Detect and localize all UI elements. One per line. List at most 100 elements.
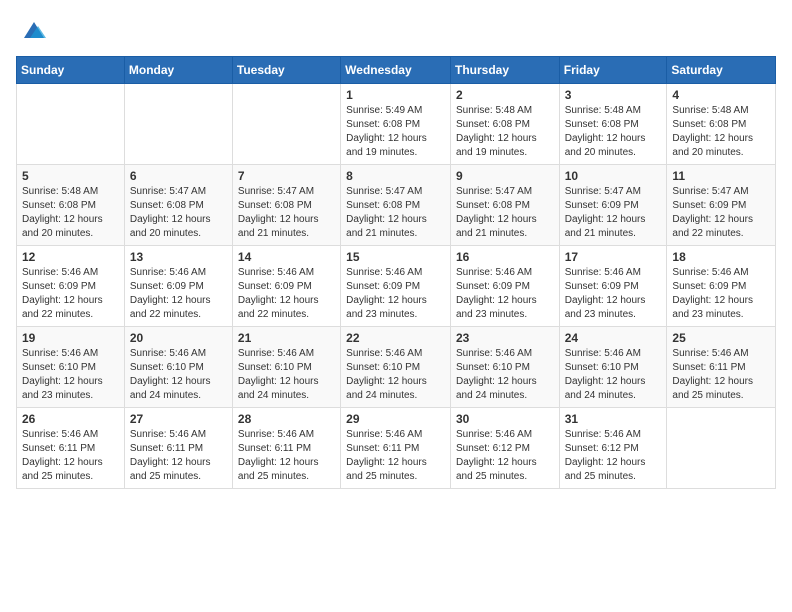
calendar-day-2: 2 Sunrise: 5:48 AM Sunset: 6:08 PM Daylig… bbox=[450, 84, 559, 165]
day-number: 31 bbox=[565, 412, 662, 426]
calendar-header-row: SundayMondayTuesdayWednesdayThursdayFrid… bbox=[17, 57, 776, 84]
calendar-day-10: 10 Sunrise: 5:47 AM Sunset: 6:09 PM Dayli… bbox=[559, 165, 667, 246]
day-info: Sunrise: 5:47 AM Sunset: 6:08 PM Dayligh… bbox=[130, 185, 227, 241]
day-number: 8 bbox=[346, 169, 445, 183]
calendar-empty-cell bbox=[232, 84, 340, 165]
day-number: 24 bbox=[565, 331, 662, 345]
calendar-header-saturday: Saturday bbox=[667, 57, 776, 84]
calendar-table: SundayMondayTuesdayWednesdayThursdayFrid… bbox=[16, 56, 776, 489]
day-number: 19 bbox=[22, 331, 119, 345]
day-number: 30 bbox=[456, 412, 554, 426]
calendar-day-3: 3 Sunrise: 5:48 AM Sunset: 6:08 PM Daylig… bbox=[559, 84, 667, 165]
day-number: 18 bbox=[672, 250, 770, 264]
day-info: Sunrise: 5:46 AM Sunset: 6:10 PM Dayligh… bbox=[456, 347, 554, 403]
day-info: Sunrise: 5:48 AM Sunset: 6:08 PM Dayligh… bbox=[565, 104, 662, 160]
day-number: 14 bbox=[238, 250, 335, 264]
day-info: Sunrise: 5:48 AM Sunset: 6:08 PM Dayligh… bbox=[22, 185, 119, 241]
day-number: 21 bbox=[238, 331, 335, 345]
day-number: 22 bbox=[346, 331, 445, 345]
calendar-day-31: 31 Sunrise: 5:46 AM Sunset: 6:12 PM Dayli… bbox=[559, 408, 667, 489]
calendar-day-5: 5 Sunrise: 5:48 AM Sunset: 6:08 PM Daylig… bbox=[17, 165, 125, 246]
day-info: Sunrise: 5:46 AM Sunset: 6:09 PM Dayligh… bbox=[130, 266, 227, 322]
day-info: Sunrise: 5:48 AM Sunset: 6:08 PM Dayligh… bbox=[456, 104, 554, 160]
calendar-day-24: 24 Sunrise: 5:46 AM Sunset: 6:10 PM Dayli… bbox=[559, 327, 667, 408]
calendar-day-18: 18 Sunrise: 5:46 AM Sunset: 6:09 PM Dayli… bbox=[667, 246, 776, 327]
day-info: Sunrise: 5:46 AM Sunset: 6:09 PM Dayligh… bbox=[456, 266, 554, 322]
calendar-day-25: 25 Sunrise: 5:46 AM Sunset: 6:11 PM Dayli… bbox=[667, 327, 776, 408]
day-number: 25 bbox=[672, 331, 770, 345]
calendar-day-19: 19 Sunrise: 5:46 AM Sunset: 6:10 PM Dayli… bbox=[17, 327, 125, 408]
day-number: 28 bbox=[238, 412, 335, 426]
day-info: Sunrise: 5:47 AM Sunset: 6:09 PM Dayligh… bbox=[565, 185, 662, 241]
day-number: 10 bbox=[565, 169, 662, 183]
calendar-day-23: 23 Sunrise: 5:46 AM Sunset: 6:10 PM Dayli… bbox=[450, 327, 559, 408]
day-number: 5 bbox=[22, 169, 119, 183]
calendar-day-26: 26 Sunrise: 5:46 AM Sunset: 6:11 PM Dayli… bbox=[17, 408, 125, 489]
day-info: Sunrise: 5:46 AM Sunset: 6:10 PM Dayligh… bbox=[238, 347, 335, 403]
calendar-header-friday: Friday bbox=[559, 57, 667, 84]
day-info: Sunrise: 5:46 AM Sunset: 6:11 PM Dayligh… bbox=[130, 428, 227, 484]
day-number: 9 bbox=[456, 169, 554, 183]
day-number: 1 bbox=[346, 88, 445, 102]
calendar-day-28: 28Sunrise: 5:46 AM Sunset: 6:11 PM Dayli… bbox=[232, 408, 340, 489]
day-info: Sunrise: 5:47 AM Sunset: 6:09 PM Dayligh… bbox=[672, 185, 770, 241]
calendar-week-row: 1Sunrise: 5:49 AM Sunset: 6:08 PM Daylig… bbox=[17, 84, 776, 165]
calendar-week-row: 12 Sunrise: 5:46 AM Sunset: 6:09 PM Dayli… bbox=[17, 246, 776, 327]
day-info: Sunrise: 5:46 AM Sunset: 6:10 PM Dayligh… bbox=[565, 347, 662, 403]
day-info: Sunrise: 5:47 AM Sunset: 6:08 PM Dayligh… bbox=[238, 185, 335, 241]
calendar-empty-cell bbox=[124, 84, 232, 165]
day-info: Sunrise: 5:46 AM Sunset: 6:10 PM Dayligh… bbox=[130, 347, 227, 403]
day-number: 23 bbox=[456, 331, 554, 345]
calendar-day-22: 22 Sunrise: 5:46 AM Sunset: 6:10 PM Dayli… bbox=[341, 327, 451, 408]
calendar-day-17: 17Sunrise: 5:46 AM Sunset: 6:09 PM Dayli… bbox=[559, 246, 667, 327]
day-number: 6 bbox=[130, 169, 227, 183]
day-number: 26 bbox=[22, 412, 119, 426]
day-number: 2 bbox=[456, 88, 554, 102]
calendar-week-row: 5 Sunrise: 5:48 AM Sunset: 6:08 PM Daylig… bbox=[17, 165, 776, 246]
day-info: Sunrise: 5:46 AM Sunset: 6:12 PM Dayligh… bbox=[565, 428, 662, 484]
calendar-header-tuesday: Tuesday bbox=[232, 57, 340, 84]
calendar-day-8: 8 Sunrise: 5:47 AM Sunset: 6:08 PM Daylig… bbox=[341, 165, 451, 246]
calendar-day-9: 9Sunrise: 5:47 AM Sunset: 6:08 PM Daylig… bbox=[450, 165, 559, 246]
day-number: 4 bbox=[672, 88, 770, 102]
calendar-header-monday: Monday bbox=[124, 57, 232, 84]
calendar-empty-cell bbox=[17, 84, 125, 165]
calendar-week-row: 26 Sunrise: 5:46 AM Sunset: 6:11 PM Dayli… bbox=[17, 408, 776, 489]
calendar-day-6: 6 Sunrise: 5:47 AM Sunset: 6:08 PM Daylig… bbox=[124, 165, 232, 246]
calendar-day-21: 21 Sunrise: 5:46 AM Sunset: 6:10 PM Dayli… bbox=[232, 327, 340, 408]
calendar-day-20: 20Sunrise: 5:46 AM Sunset: 6:10 PM Dayli… bbox=[124, 327, 232, 408]
calendar-day-29: 29 Sunrise: 5:46 AM Sunset: 6:11 PM Dayli… bbox=[341, 408, 451, 489]
day-number: 16 bbox=[456, 250, 554, 264]
day-info: Sunrise: 5:46 AM Sunset: 6:09 PM Dayligh… bbox=[672, 266, 770, 322]
calendar-day-11: 11Sunrise: 5:47 AM Sunset: 6:09 PM Dayli… bbox=[667, 165, 776, 246]
calendar-day-30: 30 Sunrise: 5:46 AM Sunset: 6:12 PM Dayli… bbox=[450, 408, 559, 489]
calendar-day-1: 1Sunrise: 5:49 AM Sunset: 6:08 PM Daylig… bbox=[341, 84, 451, 165]
day-info: Sunrise: 5:46 AM Sunset: 6:09 PM Dayligh… bbox=[22, 266, 119, 322]
day-number: 12 bbox=[22, 250, 119, 264]
day-info: Sunrise: 5:46 AM Sunset: 6:10 PM Dayligh… bbox=[346, 347, 445, 403]
day-info: Sunrise: 5:47 AM Sunset: 6:08 PM Dayligh… bbox=[346, 185, 445, 241]
calendar-header-thursday: Thursday bbox=[450, 57, 559, 84]
day-number: 7 bbox=[238, 169, 335, 183]
day-info: Sunrise: 5:46 AM Sunset: 6:09 PM Dayligh… bbox=[238, 266, 335, 322]
day-info: Sunrise: 5:46 AM Sunset: 6:11 PM Dayligh… bbox=[672, 347, 770, 403]
day-number: 3 bbox=[565, 88, 662, 102]
calendar-day-15: 15Sunrise: 5:46 AM Sunset: 6:09 PM Dayli… bbox=[341, 246, 451, 327]
day-info: Sunrise: 5:46 AM Sunset: 6:09 PM Dayligh… bbox=[565, 266, 662, 322]
day-info: Sunrise: 5:46 AM Sunset: 6:11 PM Dayligh… bbox=[346, 428, 445, 484]
calendar-header-sunday: Sunday bbox=[17, 57, 125, 84]
calendar-day-16: 16 Sunrise: 5:46 AM Sunset: 6:09 PM Dayli… bbox=[450, 246, 559, 327]
day-number: 29 bbox=[346, 412, 445, 426]
logo-icon bbox=[20, 16, 48, 44]
day-number: 27 bbox=[130, 412, 227, 426]
day-info: Sunrise: 5:46 AM Sunset: 6:10 PM Dayligh… bbox=[22, 347, 119, 403]
day-number: 13 bbox=[130, 250, 227, 264]
calendar-week-row: 19 Sunrise: 5:46 AM Sunset: 6:10 PM Dayli… bbox=[17, 327, 776, 408]
calendar-header-wednesday: Wednesday bbox=[341, 57, 451, 84]
day-info: Sunrise: 5:46 AM Sunset: 6:12 PM Dayligh… bbox=[456, 428, 554, 484]
day-info: Sunrise: 5:46 AM Sunset: 6:11 PM Dayligh… bbox=[22, 428, 119, 484]
day-info: Sunrise: 5:48 AM Sunset: 6:08 PM Dayligh… bbox=[672, 104, 770, 160]
logo bbox=[16, 16, 48, 44]
calendar-day-12: 12 Sunrise: 5:46 AM Sunset: 6:09 PM Dayli… bbox=[17, 246, 125, 327]
calendar-day-13: 13 Sunrise: 5:46 AM Sunset: 6:09 PM Dayli… bbox=[124, 246, 232, 327]
